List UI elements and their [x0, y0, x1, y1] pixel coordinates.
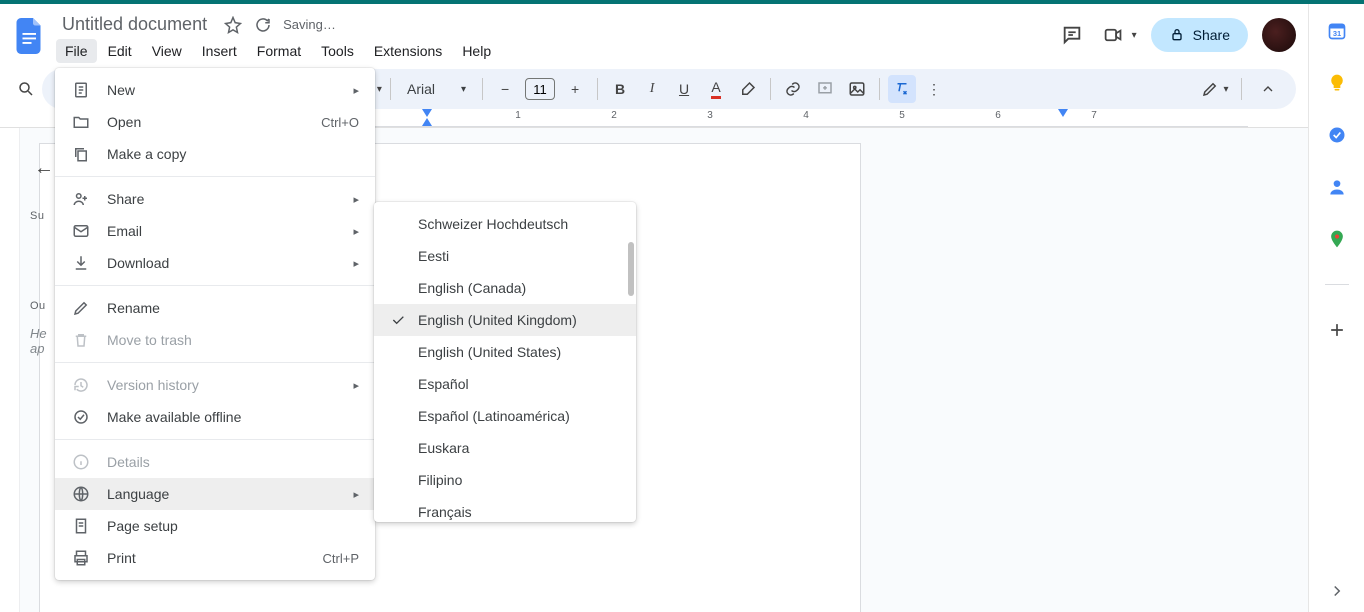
outline-label: Ou	[30, 300, 58, 312]
chevron-down-icon: ▾	[1132, 30, 1137, 41]
language-option[interactable]: Eesti	[374, 240, 636, 272]
menubar: FileEditViewInsertFormatToolsExtensionsH…	[56, 39, 1047, 63]
folder-icon	[71, 112, 91, 132]
language-option[interactable]: English (United Kingdom)	[374, 304, 636, 336]
page-setup-icon	[71, 516, 91, 536]
file-menu-dropdown: New▸ OpenCtrl+O Make a copy Share▸ Email…	[55, 68, 375, 580]
ruler-tick: 4	[803, 110, 809, 121]
menubar-view[interactable]: View	[143, 39, 191, 63]
menu-open[interactable]: OpenCtrl+O	[55, 106, 375, 138]
language-option[interactable]: Français	[374, 496, 636, 522]
menubar-format[interactable]: Format	[248, 39, 310, 63]
show-side-panel-icon[interactable]	[1328, 582, 1346, 600]
underline-button[interactable]: U	[670, 75, 698, 103]
side-panel: 31	[1308, 4, 1364, 612]
check-icon	[388, 310, 408, 330]
italic-button[interactable]: I	[638, 75, 666, 103]
back-arrow-icon[interactable]: ←	[30, 154, 58, 182]
ruler-tick: 2	[611, 110, 617, 121]
calendar-icon[interactable]: 31	[1326, 20, 1348, 42]
docs-logo[interactable]	[12, 12, 48, 60]
print-icon	[71, 548, 91, 568]
language-option[interactable]: Español (Latinoamérica)	[374, 400, 636, 432]
language-submenu: Schweizer HochdeutschEestiEnglish (Canad…	[374, 202, 636, 522]
editing-mode-button[interactable]: ▾	[1201, 75, 1229, 103]
get-addons-icon[interactable]	[1326, 319, 1348, 341]
offline-icon	[71, 407, 91, 427]
tasks-icon[interactable]	[1326, 124, 1348, 146]
trash-icon	[71, 330, 91, 350]
globe-icon	[71, 484, 91, 504]
summary-label: Su	[30, 210, 58, 222]
ruler-tick: 7	[1091, 110, 1097, 121]
history-icon	[71, 375, 91, 395]
download-icon	[71, 253, 91, 273]
menubar-extensions[interactable]: Extensions	[365, 39, 451, 63]
menu-print[interactable]: PrintCtrl+P	[55, 542, 375, 574]
vertical-ruler[interactable]	[0, 128, 20, 612]
email-icon	[71, 221, 91, 241]
font-family-select[interactable]: Arial▾	[399, 81, 474, 97]
outline-panel-fragment: ← Su Ou He ap	[30, 154, 58, 356]
sync-icon	[253, 15, 273, 35]
more-toolbar-icon[interactable]: ⋮	[920, 75, 948, 103]
menu-download[interactable]: Download▸	[55, 247, 375, 279]
language-option[interactable]: English (Canada)	[374, 272, 636, 304]
add-comment-button[interactable]	[811, 75, 839, 103]
insert-image-button[interactable]	[843, 75, 871, 103]
menu-new[interactable]: New▸	[55, 74, 375, 106]
document-title[interactable]: Untitled document	[56, 12, 213, 37]
keep-icon[interactable]	[1326, 72, 1348, 94]
menubar-help[interactable]: Help	[453, 39, 500, 63]
search-icon[interactable]	[14, 80, 38, 98]
language-option[interactable]: Euskara	[374, 432, 636, 464]
font-size-input[interactable]	[525, 78, 555, 100]
menu-details: Details	[55, 446, 375, 478]
ruler-tick: 5	[899, 110, 905, 121]
rename-icon	[71, 298, 91, 318]
share-button[interactable]: Share	[1151, 18, 1248, 52]
avatar[interactable]	[1262, 18, 1296, 52]
menu-version-history: Version history▸	[55, 369, 375, 401]
menu-move-to-trash: Move to trash	[55, 324, 375, 356]
language-option[interactable]: Filipino	[374, 464, 636, 496]
menu-offline[interactable]: Make available offline	[55, 401, 375, 433]
menubar-insert[interactable]: Insert	[193, 39, 246, 63]
contacts-icon[interactable]	[1326, 176, 1348, 198]
menu-language[interactable]: Language▸	[55, 478, 375, 510]
menu-page-setup[interactable]: Page setup	[55, 510, 375, 542]
language-option[interactable]: English (United States)	[374, 336, 636, 368]
language-option[interactable]: Español	[374, 368, 636, 400]
menu-share[interactable]: Share▸	[55, 183, 375, 215]
clear-formatting-button[interactable]	[888, 75, 916, 103]
menu-rename[interactable]: Rename	[55, 292, 375, 324]
bold-button[interactable]: B	[606, 75, 634, 103]
document-icon	[71, 80, 91, 100]
info-icon	[71, 452, 91, 472]
ruler-tick: 3	[707, 110, 713, 121]
copy-icon	[71, 144, 91, 164]
insert-link-button[interactable]	[779, 75, 807, 103]
ruler-tick: 6	[995, 110, 1001, 121]
menu-email[interactable]: Email▸	[55, 215, 375, 247]
menu-make-copy[interactable]: Make a copy	[55, 138, 375, 170]
share-icon	[71, 189, 91, 209]
saving-status: Saving…	[283, 17, 336, 32]
comments-icon[interactable]	[1055, 18, 1089, 52]
share-label: Share	[1193, 27, 1230, 43]
text-color-button[interactable]: A	[702, 75, 730, 103]
maps-icon[interactable]	[1326, 228, 1348, 250]
menubar-tools[interactable]: Tools	[312, 39, 363, 63]
ruler-tick: 1	[515, 110, 521, 121]
decrease-font-size[interactable]: −	[491, 75, 519, 103]
menubar-edit[interactable]: Edit	[99, 39, 141, 63]
menubar-file[interactable]: File	[56, 39, 97, 63]
svg-text:31: 31	[1332, 29, 1340, 38]
meet-button[interactable]: ▾	[1103, 18, 1137, 52]
collapse-toolbar-icon[interactable]	[1254, 75, 1282, 103]
increase-font-size[interactable]: +	[561, 75, 589, 103]
highlight-button[interactable]	[734, 75, 762, 103]
language-option[interactable]: Schweizer Hochdeutsch	[374, 208, 636, 240]
star-icon[interactable]	[223, 15, 243, 35]
